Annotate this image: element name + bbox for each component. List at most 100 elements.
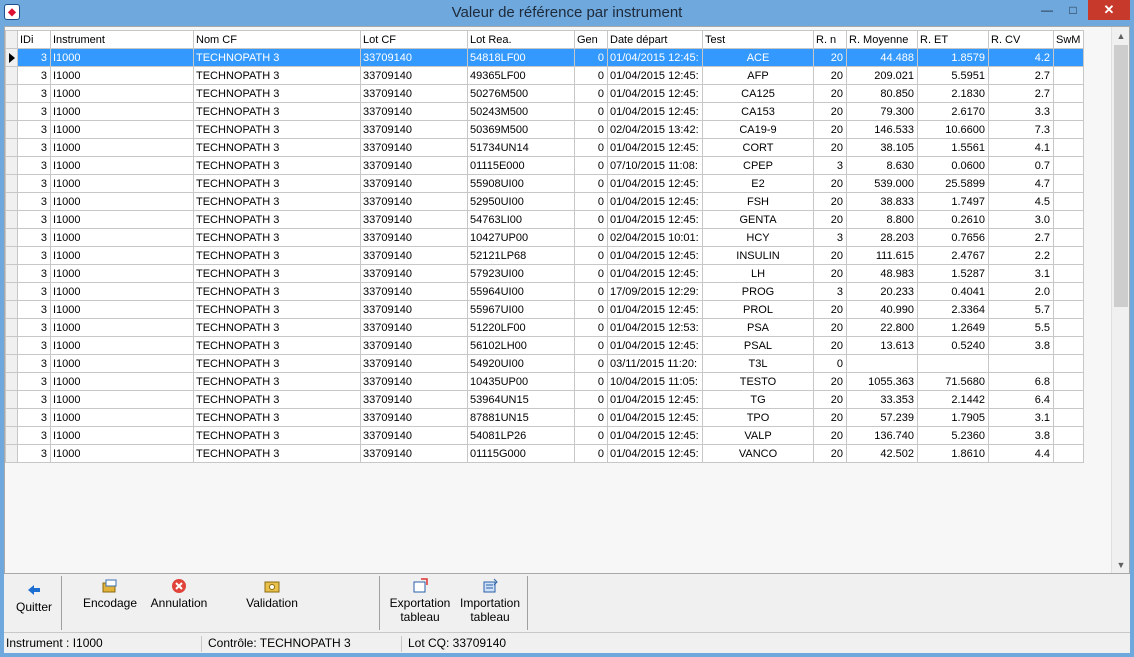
row-selector[interactable] — [5, 120, 18, 139]
export-table-button[interactable]: Exportation tableau — [386, 578, 454, 624]
table-cell[interactable]: 3 — [17, 120, 51, 139]
table-cell[interactable]: 52950UI00 — [467, 192, 575, 211]
table-row[interactable]: 3 I1000 TECHNOPATH 3 33709140 87881UN15 0 01/0… — [5, 408, 1084, 427]
table-cell[interactable]: 3 — [17, 174, 51, 193]
table-cell[interactable]: 0 — [574, 426, 608, 445]
column-header[interactable]: R. Moyenne — [846, 30, 918, 49]
table-row[interactable]: 3 I1000 TECHNOPATH 3 33709140 54818LF00 0 01/0… — [5, 48, 1084, 67]
column-header[interactable]: Gen — [574, 30, 608, 49]
table-cell[interactable]: I1000 — [50, 102, 194, 121]
table-cell[interactable]: 20 — [813, 174, 847, 193]
table-cell[interactable] — [846, 354, 918, 373]
table-row[interactable]: 3 I1000 TECHNOPATH 3 33709140 54920UI00 0 03/1… — [5, 354, 1084, 373]
table-cell[interactable]: TECHNOPATH 3 — [193, 84, 361, 103]
table-cell[interactable]: 33709140 — [360, 120, 468, 139]
table-cell[interactable] — [1053, 246, 1084, 265]
table-cell[interactable]: 22.800 — [846, 318, 918, 337]
table-cell[interactable]: 20 — [813, 444, 847, 463]
table-row[interactable]: 3 I1000 TECHNOPATH 3 33709140 50276M500 0 01/0… — [5, 84, 1084, 103]
table-cell[interactable] — [1053, 408, 1084, 427]
table-cell[interactable]: 2.1442 — [917, 390, 989, 409]
table-cell[interactable]: 33709140 — [360, 102, 468, 121]
table-cell[interactable]: 53964UN15 — [467, 390, 575, 409]
validation-button[interactable]: Validation — [242, 578, 302, 610]
table-cell[interactable]: TECHNOPATH 3 — [193, 372, 361, 391]
table-cell[interactable]: I1000 — [50, 192, 194, 211]
table-cell[interactable]: 51734UN14 — [467, 138, 575, 157]
table-cell[interactable]: 20 — [813, 138, 847, 157]
table-cell[interactable]: 0.0600 — [917, 156, 989, 175]
table-cell[interactable]: I1000 — [50, 282, 194, 301]
table-cell[interactable]: 8.630 — [846, 156, 918, 175]
table-cell[interactable]: 17/09/2015 12:29: — [607, 282, 703, 301]
table-cell[interactable]: 3 — [17, 138, 51, 157]
table-cell[interactable]: 4.4 — [988, 444, 1054, 463]
table-cell[interactable]: 01/04/2015 12:45: — [607, 174, 703, 193]
table-cell[interactable]: 2.4767 — [917, 246, 989, 265]
table-cell[interactable]: 57923UI00 — [467, 264, 575, 283]
table-cell[interactable]: 01/04/2015 12:45: — [607, 84, 703, 103]
table-cell[interactable]: TG — [702, 390, 814, 409]
table-cell[interactable]: TECHNOPATH 3 — [193, 354, 361, 373]
maximize-button[interactable]: □ — [1060, 0, 1086, 20]
table-row[interactable]: 3 I1000 TECHNOPATH 3 33709140 10435UP00 0 10/0… — [5, 372, 1084, 391]
column-header[interactable]: Lot CF — [360, 30, 468, 49]
table-cell[interactable]: TECHNOPATH 3 — [193, 390, 361, 409]
table-cell[interactable]: 3 — [17, 246, 51, 265]
table-row[interactable]: 3 I1000 TECHNOPATH 3 33709140 49365LF00 0 01/0… — [5, 66, 1084, 85]
table-cell[interactable]: TECHNOPATH 3 — [193, 300, 361, 319]
table-cell[interactable]: 33709140 — [360, 354, 468, 373]
table-cell[interactable]: 3 — [17, 156, 51, 175]
table-cell[interactable]: TECHNOPATH 3 — [193, 102, 361, 121]
table-cell[interactable]: 1.5287 — [917, 264, 989, 283]
column-header[interactable]: Test — [702, 30, 814, 49]
table-cell[interactable]: 01115E000 — [467, 156, 575, 175]
table-cell[interactable]: 80.850 — [846, 84, 918, 103]
table-cell[interactable]: 07/10/2015 11:08: — [607, 156, 703, 175]
table-row[interactable]: 3 I1000 TECHNOPATH 3 33709140 54081LP26 0 01/0… — [5, 426, 1084, 445]
table-cell[interactable]: 3 — [17, 426, 51, 445]
table-row[interactable]: 3 I1000 TECHNOPATH 3 33709140 50243M500 0 01/0… — [5, 102, 1084, 121]
table-cell[interactable]: 33709140 — [360, 138, 468, 157]
table-cell[interactable]: VANCO — [702, 444, 814, 463]
table-cell[interactable]: 33709140 — [360, 210, 468, 229]
table-cell[interactable]: 209.021 — [846, 66, 918, 85]
table-cell[interactable]: 0 — [574, 318, 608, 337]
table-cell[interactable] — [1053, 228, 1084, 247]
row-selector[interactable] — [5, 300, 18, 319]
table-cell[interactable]: 5.7 — [988, 300, 1054, 319]
minimize-button[interactable]: — — [1034, 0, 1060, 20]
table-cell[interactable]: 0.7 — [988, 156, 1054, 175]
table-cell[interactable]: 33709140 — [360, 48, 468, 67]
table-cell[interactable]: 20 — [813, 264, 847, 283]
table-cell[interactable]: 01/04/2015 12:45: — [607, 210, 703, 229]
table-cell[interactable]: 0 — [574, 84, 608, 103]
table-cell[interactable]: PSAL — [702, 336, 814, 355]
table-cell[interactable] — [1053, 66, 1084, 85]
table-cell[interactable]: 20 — [813, 48, 847, 67]
table-cell[interactable]: 6.8 — [988, 372, 1054, 391]
table-row[interactable]: 3 I1000 TECHNOPATH 3 33709140 57923UI00 0 01/0… — [5, 264, 1084, 283]
table-cell[interactable]: 1.8579 — [917, 48, 989, 67]
title-bar[interactable]: ◆ Valeur de référence par instrument — □… — [0, 0, 1134, 26]
table-cell[interactable]: 0.5240 — [917, 336, 989, 355]
table-cell[interactable]: 2.7 — [988, 84, 1054, 103]
table-cell[interactable]: PROL — [702, 300, 814, 319]
table-row[interactable]: 3 I1000 TECHNOPATH 3 33709140 51734UN14 0 01/0… — [5, 138, 1084, 157]
table-cell[interactable]: CA125 — [702, 84, 814, 103]
table-cell[interactable]: 54081LP26 — [467, 426, 575, 445]
row-selector[interactable] — [5, 174, 18, 193]
close-button[interactable]: ✕ — [1088, 0, 1130, 20]
row-selector[interactable] — [5, 228, 18, 247]
table-cell[interactable]: 20 — [813, 192, 847, 211]
table-cell[interactable]: 01/04/2015 12:45: — [607, 246, 703, 265]
table-cell[interactable] — [1053, 156, 1084, 175]
table-cell[interactable]: 71.5680 — [917, 372, 989, 391]
table-cell[interactable]: 38.105 — [846, 138, 918, 157]
table-cell[interactable]: 0 — [574, 246, 608, 265]
table-cell[interactable]: 28.203 — [846, 228, 918, 247]
table-cell[interactable]: 48.983 — [846, 264, 918, 283]
table-cell[interactable]: 01115G000 — [467, 444, 575, 463]
table-cell[interactable]: TECHNOPATH 3 — [193, 246, 361, 265]
table-cell[interactable]: 20 — [813, 318, 847, 337]
